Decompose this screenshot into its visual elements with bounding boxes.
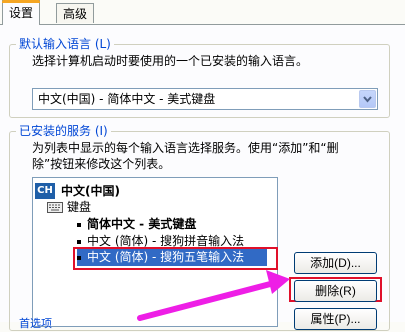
installed-services-group: 已安装的服务 (I) 为列表中显示的每个输入语言选择服务。使用“添加”和“删 除… — [9, 124, 390, 331]
tree-node-keyboard[interactable]: 键盘 — [67, 199, 91, 216]
remove-button[interactable]: 删除(R) — [294, 280, 377, 302]
add-button[interactable]: 添加(D)... — [294, 252, 377, 274]
tab-settings[interactable]: 设置 — [2, 0, 41, 25]
installed-services-legend: 已安装的服务 (I) — [16, 124, 111, 139]
keyboard-icon — [47, 202, 63, 216]
default-language-legend: 默认输入语言 (L) — [16, 37, 114, 52]
language-badge-icon: CH — [35, 183, 55, 199]
service-label: 中文 (简体) - 搜狗拼音输入法 — [87, 234, 245, 248]
tab-advanced[interactable]: 高级 — [56, 3, 95, 23]
default-language-description: 选择计算机启动时要使用的一个已安装的输入语言。 — [32, 54, 309, 68]
default-language-value: 中文(中国) - 简体中文 - 美式键盘 — [38, 92, 216, 106]
tree-node-service[interactable]: 简体中文 - 美式键盘 — [77, 216, 196, 233]
tree-node-language[interactable]: 中文(中国) — [61, 183, 120, 200]
annotation-box-selected-item — [73, 247, 278, 270]
bullet-icon — [77, 239, 81, 244]
preferences-legend-partial: 首选项 — [19, 317, 52, 330]
services-description-line2: 除”按钮来修改这个列表。 — [32, 157, 171, 171]
tab-strip: 设置 高级 — [0, 0, 405, 25]
default-language-dropdown[interactable]: 中文(中国) - 简体中文 - 美式键盘 — [32, 88, 378, 110]
default-language-group: 默认输入语言 (L) 选择计算机启动时要使用的一个已安装的输入语言。 中文(中国… — [9, 37, 390, 118]
service-label: 简体中文 - 美式键盘 — [87, 217, 197, 231]
bullet-icon — [77, 222, 81, 227]
services-description-line1: 为列表中显示的每个输入语言选择服务。使用“添加”和“删 — [32, 141, 339, 155]
settings-panel: 默认输入语言 (L) 选择计算机启动时要使用的一个已安装的输入语言。 中文(中国… — [0, 24, 405, 331]
properties-button[interactable]: 属性(P)... — [294, 308, 377, 330]
chevron-down-icon[interactable] — [359, 90, 376, 108]
